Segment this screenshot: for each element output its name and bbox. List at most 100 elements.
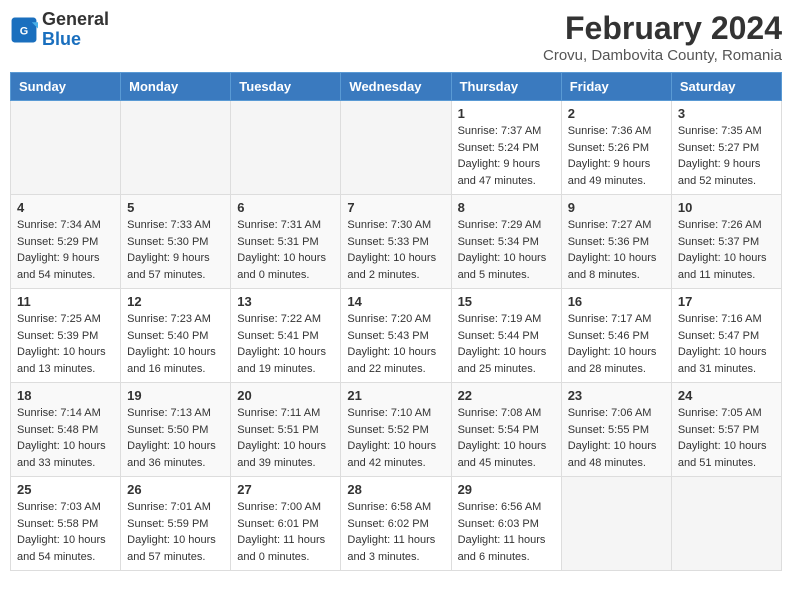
day-number: 28 — [347, 482, 444, 497]
day-number: 10 — [678, 200, 775, 215]
calendar-cell: 13 Sunrise: 7:22 AM Sunset: 5:41 PM Dayli… — [231, 289, 341, 383]
calendar-cell: 2 Sunrise: 7:36 AM Sunset: 5:26 PM Daylig… — [561, 101, 671, 195]
calendar-cell: 3 Sunrise: 7:35 AM Sunset: 5:27 PM Daylig… — [671, 101, 781, 195]
calendar-cell — [561, 477, 671, 571]
calendar-cell: 21 Sunrise: 7:10 AM Sunset: 5:52 PM Dayli… — [341, 383, 451, 477]
svg-text:G: G — [20, 25, 28, 37]
calendar-cell: 1Sunrise: 7:37 AM Sunset: 5:24 PM Daylig… — [451, 101, 561, 195]
day-header-sunday: Sunday — [11, 73, 121, 101]
calendar-cell: 14 Sunrise: 7:20 AM Sunset: 5:43 PM Dayli… — [341, 289, 451, 383]
calendar-cell: 23 Sunrise: 7:06 AM Sunset: 5:55 PM Dayli… — [561, 383, 671, 477]
day-info: Sunrise: 7:14 AM Sunset: 5:48 PM Dayligh… — [17, 405, 114, 471]
calendar-cell: 5 Sunrise: 7:33 AM Sunset: 5:30 PM Daylig… — [121, 195, 231, 289]
calendar-cell: 9 Sunrise: 7:27 AM Sunset: 5:36 PM Daylig… — [561, 195, 671, 289]
logo: G General Blue — [10, 10, 109, 50]
day-number: 13 — [237, 294, 334, 309]
day-number: 5 — [127, 200, 224, 215]
calendar-cell: 19 Sunrise: 7:13 AM Sunset: 5:50 PM Dayli… — [121, 383, 231, 477]
calendar-cell: 26Sunrise: 7:01 AM Sunset: 5:59 PM Dayli… — [121, 477, 231, 571]
page-header: G General Blue February 2024 Crovu, Damb… — [10, 10, 782, 64]
day-info: Sunrise: 7:01 AM Sunset: 5:59 PM Dayligh… — [127, 499, 224, 565]
calendar-cell — [121, 101, 231, 195]
day-number: 19 — [127, 388, 224, 403]
calendar-cell: 17 Sunrise: 7:16 AM Sunset: 5:47 PM Dayli… — [671, 289, 781, 383]
day-info: Sunrise: 7:06 AM Sunset: 5:55 PM Dayligh… — [568, 405, 665, 471]
day-number: 22 — [458, 388, 555, 403]
day-info: Sunrise: 7:22 AM Sunset: 5:41 PM Dayligh… — [237, 311, 334, 377]
day-number: 16 — [568, 294, 665, 309]
day-info: Sunrise: 7:17 AM Sunset: 5:46 PM Dayligh… — [568, 311, 665, 377]
calendar-cell: 25 Sunrise: 7:03 AM Sunset: 5:58 PM Dayli… — [11, 477, 121, 571]
day-header-monday: Monday — [121, 73, 231, 101]
calendar-cell: 12Sunrise: 7:23 AM Sunset: 5:40 PM Dayli… — [121, 289, 231, 383]
month-title: February 2024 — [543, 10, 782, 47]
day-info: Sunrise: 7:36 AM Sunset: 5:26 PM Dayligh… — [568, 123, 665, 189]
calendar-cell — [341, 101, 451, 195]
calendar-cell — [11, 101, 121, 195]
day-number: 17 — [678, 294, 775, 309]
day-number: 1 — [458, 106, 555, 121]
day-info: Sunrise: 7:35 AM Sunset: 5:27 PM Dayligh… — [678, 123, 775, 189]
logo-icon: G — [10, 16, 38, 44]
day-info: Sunrise: 7:25 AM Sunset: 5:39 PM Dayligh… — [17, 311, 114, 377]
day-info: Sunrise: 7:20 AM Sunset: 5:43 PM Dayligh… — [347, 311, 444, 377]
calendar-cell: 8 Sunrise: 7:29 AM Sunset: 5:34 PM Daylig… — [451, 195, 561, 289]
day-number: 8 — [458, 200, 555, 215]
day-number: 12 — [127, 294, 224, 309]
day-info: Sunrise: 7:03 AM Sunset: 5:58 PM Dayligh… — [17, 499, 114, 565]
day-info: Sunrise: 7:27 AM Sunset: 5:36 PM Dayligh… — [568, 217, 665, 283]
calendar-cell: 24Sunrise: 7:05 AM Sunset: 5:57 PM Dayli… — [671, 383, 781, 477]
day-number: 24 — [678, 388, 775, 403]
calendar-cell: 4 Sunrise: 7:34 AM Sunset: 5:29 PM Daylig… — [11, 195, 121, 289]
calendar-cell: 20Sunrise: 7:11 AM Sunset: 5:51 PM Dayli… — [231, 383, 341, 477]
day-header-thursday: Thursday — [451, 73, 561, 101]
week-row-1: 1Sunrise: 7:37 AM Sunset: 5:24 PM Daylig… — [11, 101, 782, 195]
calendar-cell: 22 Sunrise: 7:08 AM Sunset: 5:54 PM Dayli… — [451, 383, 561, 477]
day-info: Sunrise: 7:11 AM Sunset: 5:51 PM Dayligh… — [237, 405, 334, 471]
day-info: Sunrise: 7:10 AM Sunset: 5:52 PM Dayligh… — [347, 405, 444, 471]
calendar-table: SundayMondayTuesdayWednesdayThursdayFrid… — [10, 72, 782, 571]
day-header-wednesday: Wednesday — [341, 73, 451, 101]
calendar-cell: 11Sunrise: 7:25 AM Sunset: 5:39 PM Dayli… — [11, 289, 121, 383]
logo-blue: Blue — [42, 30, 109, 50]
day-number: 4 — [17, 200, 114, 215]
day-number: 25 — [17, 482, 114, 497]
day-number: 14 — [347, 294, 444, 309]
day-number: 7 — [347, 200, 444, 215]
day-number: 27 — [237, 482, 334, 497]
day-number: 23 — [568, 388, 665, 403]
calendar-cell: 27 Sunrise: 7:00 AM Sunset: 6:01 PM Dayli… — [231, 477, 341, 571]
day-info: Sunrise: 7:34 AM Sunset: 5:29 PM Dayligh… — [17, 217, 114, 283]
week-row-4: 18 Sunrise: 7:14 AM Sunset: 5:48 PM Dayli… — [11, 383, 782, 477]
calendar-header-row: SundayMondayTuesdayWednesdayThursdayFrid… — [11, 73, 782, 101]
day-header-saturday: Saturday — [671, 73, 781, 101]
calendar-cell — [231, 101, 341, 195]
calendar-cell: 16 Sunrise: 7:17 AM Sunset: 5:46 PM Dayli… — [561, 289, 671, 383]
day-info: Sunrise: 7:29 AM Sunset: 5:34 PM Dayligh… — [458, 217, 555, 283]
day-number: 9 — [568, 200, 665, 215]
day-info: Sunrise: 7:00 AM Sunset: 6:01 PM Dayligh… — [237, 499, 334, 565]
day-number: 2 — [568, 106, 665, 121]
day-number: 3 — [678, 106, 775, 121]
week-row-3: 11Sunrise: 7:25 AM Sunset: 5:39 PM Dayli… — [11, 289, 782, 383]
calendar-cell: 29Sunrise: 6:56 AM Sunset: 6:03 PM Dayli… — [451, 477, 561, 571]
day-info: Sunrise: 7:33 AM Sunset: 5:30 PM Dayligh… — [127, 217, 224, 283]
calendar-cell — [671, 477, 781, 571]
location-title: Crovu, Dambovita County, Romania — [543, 47, 782, 64]
day-number: 21 — [347, 388, 444, 403]
day-number: 15 — [458, 294, 555, 309]
calendar-cell: 6 Sunrise: 7:31 AM Sunset: 5:31 PM Daylig… — [231, 195, 341, 289]
day-info: Sunrise: 7:16 AM Sunset: 5:47 PM Dayligh… — [678, 311, 775, 377]
day-info: Sunrise: 6:58 AM Sunset: 6:02 PM Dayligh… — [347, 499, 444, 565]
day-info: Sunrise: 6:56 AM Sunset: 6:03 PM Dayligh… — [458, 499, 555, 565]
day-info: Sunrise: 7:08 AM Sunset: 5:54 PM Dayligh… — [458, 405, 555, 471]
calendar-cell: 18 Sunrise: 7:14 AM Sunset: 5:48 PM Dayli… — [11, 383, 121, 477]
day-number: 6 — [237, 200, 334, 215]
day-info: Sunrise: 7:13 AM Sunset: 5:50 PM Dayligh… — [127, 405, 224, 471]
calendar-cell: 28 Sunrise: 6:58 AM Sunset: 6:02 PM Dayli… — [341, 477, 451, 571]
day-info: Sunrise: 7:19 AM Sunset: 5:44 PM Dayligh… — [458, 311, 555, 377]
day-number: 18 — [17, 388, 114, 403]
day-header-tuesday: Tuesday — [231, 73, 341, 101]
week-row-2: 4 Sunrise: 7:34 AM Sunset: 5:29 PM Daylig… — [11, 195, 782, 289]
day-info: Sunrise: 7:31 AM Sunset: 5:31 PM Dayligh… — [237, 217, 334, 283]
